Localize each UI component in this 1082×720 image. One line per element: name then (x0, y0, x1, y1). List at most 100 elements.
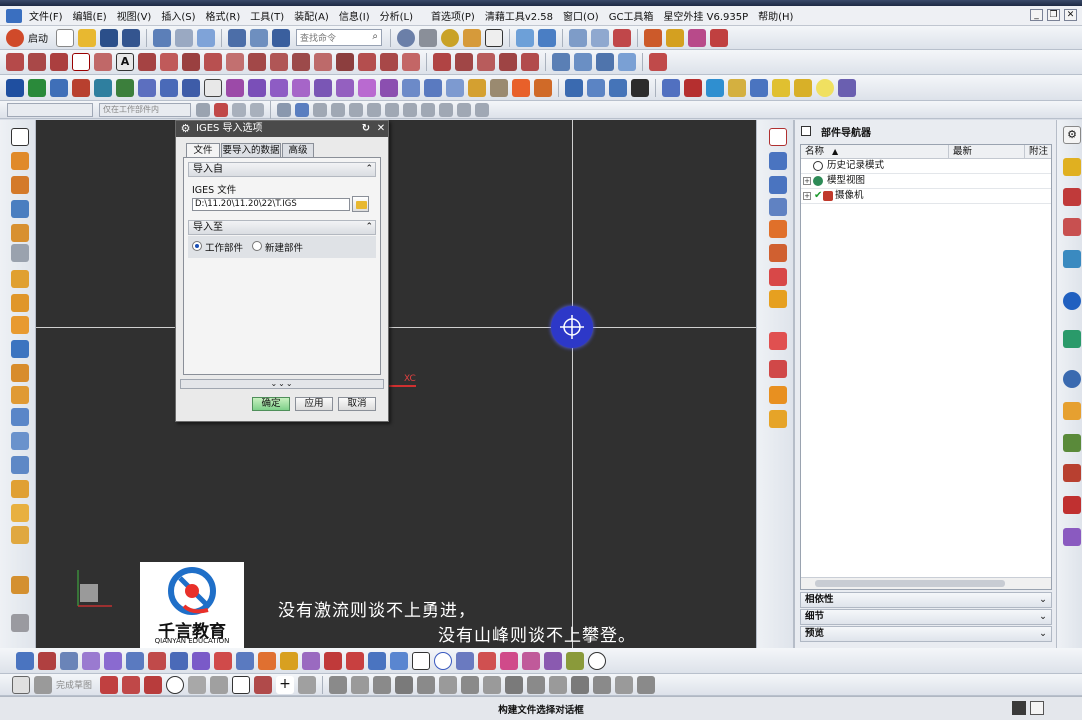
loft-icon[interactable] (160, 78, 178, 97)
sketch-chamfer-icon[interactable] (210, 675, 229, 694)
training-icon[interactable] (1063, 528, 1081, 546)
orient-view-icon[interactable] (463, 28, 481, 47)
sweep-icon[interactable] (138, 78, 156, 97)
edit-display-icon[interactable] (214, 651, 232, 670)
invert-shown-icon[interactable] (192, 651, 210, 670)
constraint-icon[interactable] (439, 675, 458, 694)
layer-icon[interactable] (538, 28, 556, 47)
frame-icon[interactable] (412, 651, 430, 670)
preview-panel[interactable]: 预览 ⌄ (800, 626, 1052, 642)
open-file-icon[interactable] (78, 28, 96, 47)
view-icon[interactable] (390, 651, 408, 670)
split-body-icon[interactable] (11, 408, 29, 426)
column-name[interactable]: 名称 ▲ (801, 145, 949, 159)
sketch-dimension-icon[interactable] (483, 675, 502, 694)
through-curves-icon[interactable] (769, 152, 787, 170)
restore-icon[interactable]: ❐ (1047, 9, 1060, 21)
trim-icon[interactable] (433, 53, 451, 71)
material-icon[interactable] (706, 78, 724, 97)
corner-icon[interactable] (477, 53, 495, 71)
line-icon[interactable] (6, 53, 24, 71)
work-part-label[interactable]: 工作部件 (205, 240, 243, 254)
collapse-icon[interactable]: ⌃ (365, 163, 373, 176)
menu-tools[interactable]: 工具(T) (245, 8, 289, 23)
wrap-curve-icon[interactable] (521, 53, 539, 71)
constraint-navigator-icon[interactable] (1063, 188, 1081, 206)
book-icon[interactable] (50, 78, 68, 97)
undo-icon[interactable] (153, 28, 171, 47)
red-box-icon[interactable] (346, 651, 364, 670)
end-point-icon[interactable] (313, 102, 327, 117)
polyline-icon[interactable] (28, 53, 46, 71)
divide-curve-icon[interactable] (358, 53, 376, 71)
select-all-icon[interactable] (232, 102, 246, 117)
save-icon[interactable] (100, 28, 118, 47)
pad-icon[interactable] (292, 78, 310, 97)
hole-icon[interactable] (226, 78, 244, 97)
show-constraints-icon[interactable] (505, 675, 524, 694)
text-icon[interactable]: A (116, 53, 134, 71)
grid-icon[interactable] (456, 651, 474, 670)
quadrant-point-icon[interactable] (403, 102, 417, 117)
collapse-icon[interactable]: ⌃ (365, 221, 373, 234)
trim-body-icon[interactable] (11, 386, 29, 404)
project-sketch-curve-icon[interactable] (571, 675, 590, 694)
quick-trim-icon[interactable] (329, 675, 348, 694)
make-corner-icon[interactable] (373, 675, 392, 694)
measure-feature-icon[interactable] (11, 576, 29, 594)
assembly-navigator-icon[interactable] (1063, 158, 1081, 176)
shaded-icon[interactable] (441, 28, 459, 47)
finish-sketch-icon[interactable] (34, 675, 52, 694)
menu-insert[interactable]: 插入(S) (156, 8, 200, 23)
expand-icon[interactable]: + (803, 177, 811, 185)
sketch-polygon-icon[interactable] (254, 675, 273, 694)
slot-icon[interactable] (314, 78, 332, 97)
apply-button[interactable]: 应用 (295, 397, 333, 411)
select-icon[interactable] (197, 28, 215, 47)
profile-icon[interactable] (100, 675, 119, 694)
hd3d-icon[interactable] (1063, 292, 1081, 310)
tree-row-model-views[interactable]: + 模型视图 (801, 174, 1051, 189)
palette-icon[interactable] (1063, 496, 1081, 514)
search-icon[interactable]: ⌕ (372, 31, 378, 42)
fit-view-icon[interactable] (397, 28, 415, 47)
edge-blend-icon[interactable] (358, 78, 376, 97)
point-on-curve-icon[interactable] (439, 102, 453, 117)
render-style-icon[interactable] (419, 28, 437, 47)
iges-file-path-field[interactable]: D:\11.20\11.20\22\T.IGS (192, 198, 350, 211)
settings-gear-icon[interactable]: ⚙ (1063, 126, 1081, 144)
sketch-icon[interactable] (11, 128, 29, 146)
tab-data-to-import[interactable]: 要导入的数据 (221, 143, 281, 158)
draft-feature-icon[interactable] (11, 504, 29, 522)
bounded-grid-icon[interactable] (475, 102, 489, 117)
start-icon[interactable] (6, 28, 24, 47)
moon-icon[interactable] (816, 78, 834, 97)
derived-line-icon[interactable] (615, 675, 634, 694)
boss-icon[interactable] (248, 78, 266, 97)
roles-icon[interactable] (1063, 464, 1081, 482)
menu-format[interactable]: 格式(R) (201, 8, 246, 23)
menu-plugin[interactable]: 星空外挂 V6.935P (658, 8, 753, 23)
copy-layer-icon[interactable] (609, 78, 627, 97)
analysis-icon[interactable] (613, 28, 631, 47)
ok-button[interactable]: 确定 (252, 397, 290, 411)
dependencies-panel[interactable]: 相依性 ⌄ (800, 592, 1052, 608)
sketch-pattern-icon[interactable] (417, 675, 436, 694)
name-icon[interactable] (631, 78, 649, 97)
styled-blend-icon[interactable] (769, 410, 787, 428)
history-icon[interactable] (1063, 370, 1081, 388)
calculator-icon[interactable] (794, 78, 812, 97)
tab-advanced[interactable]: 高级 (282, 143, 314, 158)
menu-info[interactable]: 信息(I) (334, 8, 375, 23)
show-icon[interactable] (170, 651, 188, 670)
sketch-arc-icon[interactable] (144, 675, 163, 694)
extrude-feature-icon[interactable] (11, 152, 29, 170)
circle-icon[interactable] (588, 651, 606, 670)
color-icon[interactable] (302, 651, 320, 670)
process-studio-icon[interactable] (1063, 434, 1081, 452)
part-navigator-icon[interactable] (1063, 218, 1081, 236)
filter-icon[interactable] (196, 102, 210, 117)
system-materials-icon[interactable] (1063, 402, 1081, 420)
export-icon[interactable] (28, 78, 46, 97)
highlight-icon[interactable] (258, 651, 276, 670)
